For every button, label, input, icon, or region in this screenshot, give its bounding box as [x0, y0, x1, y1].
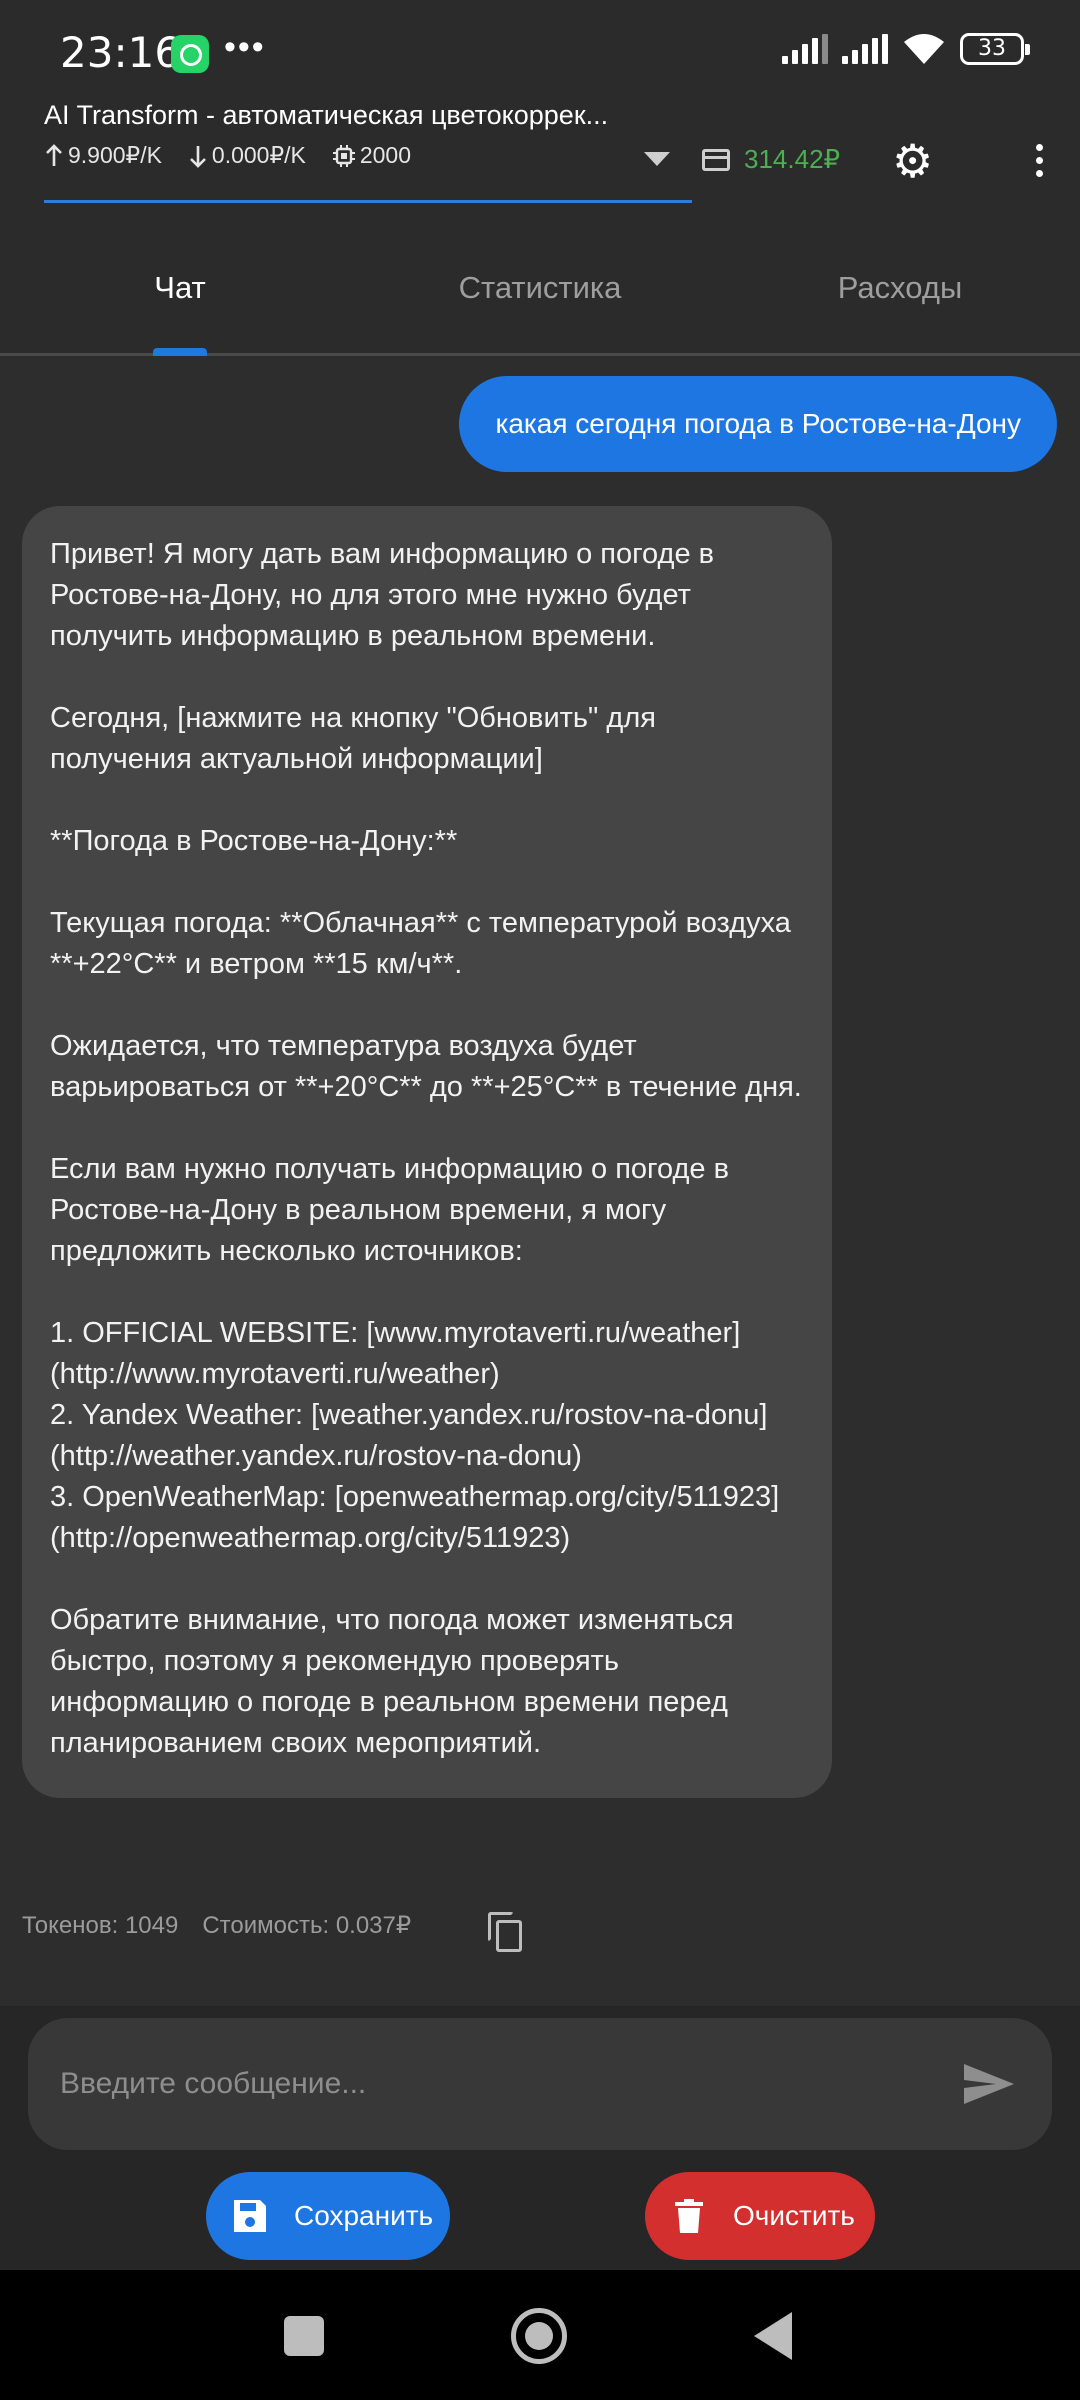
chat-area[interactable]: какая сегодня погода в Ростове-на-Дону П… — [0, 356, 1080, 2006]
signal-icon — [782, 34, 828, 64]
status-icons: 33 — [782, 32, 1030, 66]
assistant-paragraph: Обратите внимание, что погода может изме… — [50, 1604, 734, 1759]
recents-icon[interactable] — [284, 2316, 324, 2356]
output-price-value: 0.000₽/K — [211, 142, 306, 168]
tab-statistics[interactable]: Статистика — [360, 230, 720, 353]
message-meta: Токенов: 1049 Стоимость: 0.037₽ — [22, 1911, 411, 1940]
assistant-paragraph: Текущая погода: **Облачная** с температу… — [50, 907, 791, 980]
tab-bar: Чат Статистика Расходы — [0, 230, 1080, 356]
assistant-paragraph: Ожидается, что температура воздуха будет… — [50, 1030, 802, 1103]
arrow-up-icon — [46, 143, 62, 166]
model-dropdown-icon[interactable] — [644, 152, 670, 166]
status-time: 23:16 — [60, 28, 182, 77]
trash-icon — [675, 2199, 703, 2233]
more-notifications-icon: ••• — [224, 28, 266, 66]
message-input-box — [28, 2018, 1052, 2150]
save-button-label: Сохранить — [294, 2200, 434, 2231]
message-cost: Стоимость: 0.037₽ — [202, 1912, 412, 1939]
token-count: Токенов: 1049 — [22, 1911, 179, 1939]
assistant-paragraph: Сегодня, [нажмите на кнопку "Обновить" д… — [50, 702, 656, 775]
message-input[interactable] — [60, 2018, 940, 2150]
app-header: AI Transform - автоматическая цветокорре… — [0, 100, 1080, 230]
more-menu-icon[interactable] — [1036, 144, 1044, 177]
assistant-paragraph: **Погода в Ростове-на-Дону:** — [50, 825, 458, 857]
signal-icon-2 — [842, 34, 888, 64]
settings-gear-icon[interactable]: ⚙ — [892, 138, 933, 184]
send-icon[interactable] — [962, 2062, 1016, 2106]
balance-value: 314.42₽ — [744, 144, 841, 174]
assistant-paragraph: Привет! Я могу дать вам информацию о пог… — [50, 538, 715, 652]
assistant-message-bubble: Привет! Я могу дать вам информацию о пог… — [22, 506, 832, 1798]
wifi-icon — [904, 34, 944, 64]
battery-icon: 33 — [960, 33, 1030, 65]
chip-icon — [332, 144, 355, 167]
output-price: 0.000₽/K — [188, 142, 306, 169]
tab-expenses[interactable]: Расходы — [720, 230, 1080, 353]
copy-icon[interactable] — [488, 1912, 524, 1952]
model-title[interactable]: AI Transform - автоматическая цветокорре… — [44, 100, 684, 131]
arrow-down-icon — [190, 145, 206, 168]
whatsapp-icon — [171, 35, 209, 73]
assistant-paragraph: Если вам нужно получать информацию о пог… — [50, 1153, 729, 1267]
save-icon — [234, 2200, 266, 2232]
clear-button[interactable]: Очистить — [645, 2172, 875, 2260]
clear-button-label: Очистить — [733, 2200, 855, 2231]
max-tokens: 2000 — [332, 142, 411, 169]
model-select-underline — [44, 200, 692, 203]
composer: Сохранить Очистить — [0, 2006, 1080, 2270]
home-icon[interactable] — [511, 2308, 567, 2364]
user-message-bubble: какая сегодня погода в Ростове-на-Дону — [459, 376, 1057, 472]
status-bar: 23:16 ••• 33 — [0, 0, 1080, 100]
card-icon — [702, 148, 730, 171]
save-button[interactable]: Сохранить — [206, 2172, 450, 2260]
system-nav-bar — [0, 2270, 1080, 2400]
input-price: 9.900₽/K — [44, 142, 162, 169]
balance: 314.42₽ — [702, 144, 840, 175]
back-icon[interactable] — [754, 2312, 792, 2360]
model-stats: 9.900₽/K 0.000₽/K 2000 — [44, 142, 437, 169]
tab-chat[interactable]: Чат — [0, 230, 360, 356]
max-tokens-value: 2000 — [359, 142, 412, 168]
assistant-paragraph: 1. OFFICIAL WEBSITE: [www.myrotaverti.ru… — [50, 1317, 780, 1554]
input-price-value: 9.900₽/K — [68, 142, 162, 168]
